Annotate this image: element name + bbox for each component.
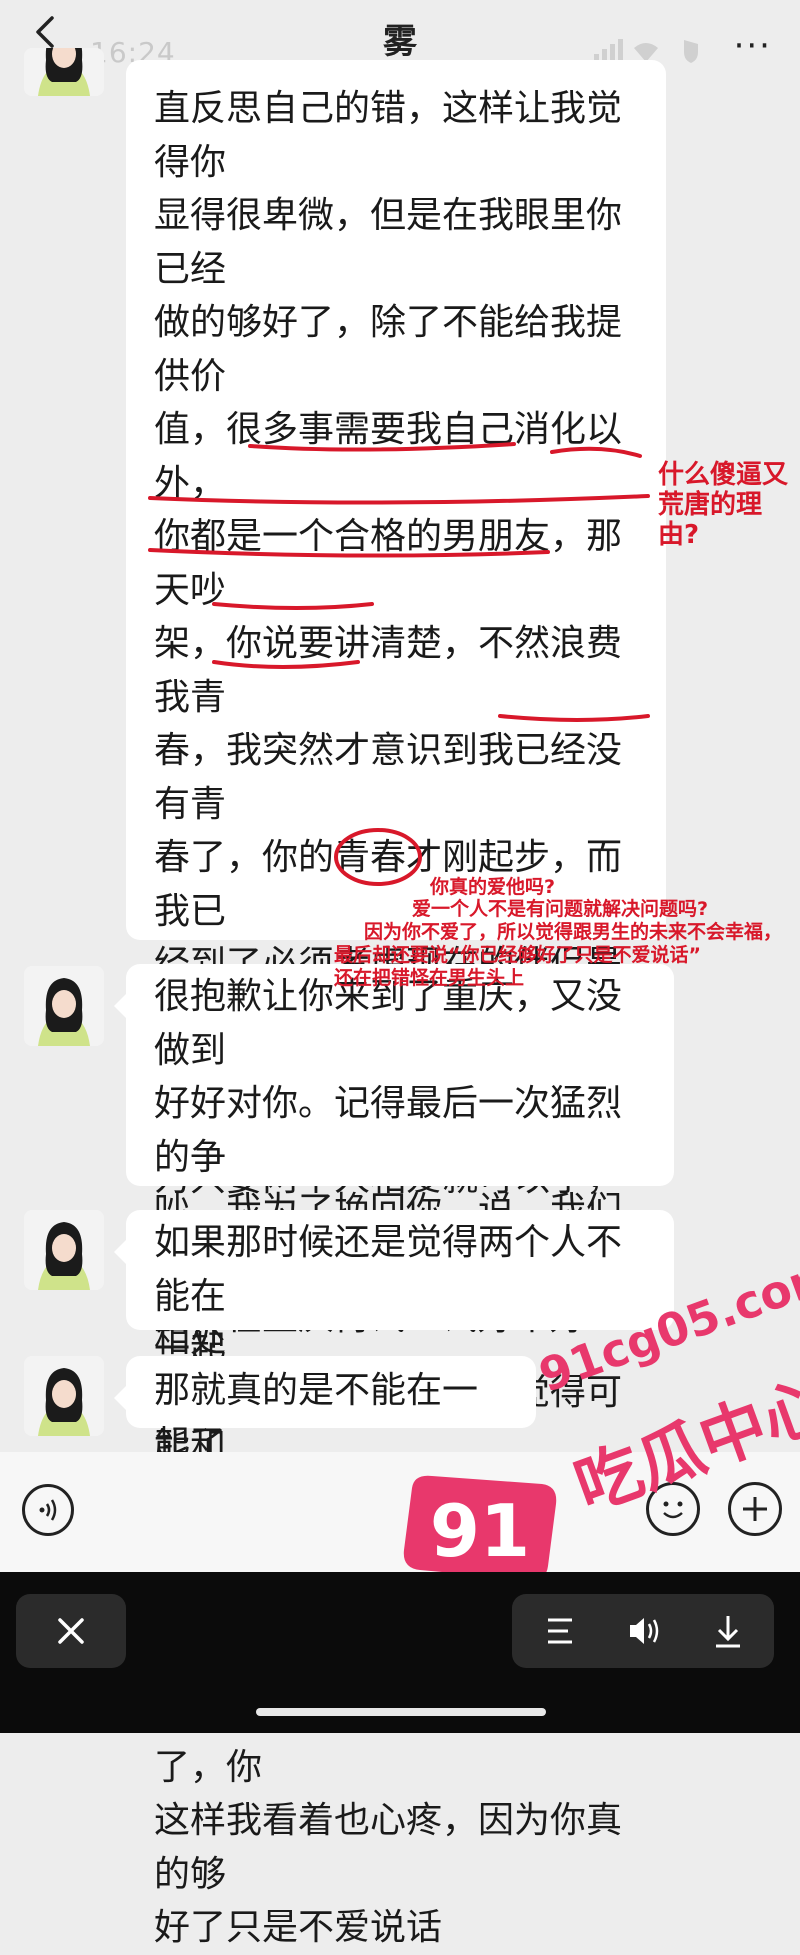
annotation-note: 爱一个人不是有问题就解决问题吗? xyxy=(412,898,709,920)
message-bubble[interactable]: 如果那时候还是觉得两个人不能在 一起 xyxy=(114,1210,674,1370)
annotation-note: 你真的爱他吗? xyxy=(430,876,556,898)
media-tools xyxy=(512,1594,774,1668)
speaker-icon[interactable] xyxy=(604,1594,684,1668)
home-indicator xyxy=(256,1708,546,1716)
annotation-note: 因为你不爱了，所以觉得跟男生的未来不会幸福， xyxy=(364,921,783,943)
download-icon[interactable] xyxy=(688,1594,768,1668)
voice-icon[interactable] xyxy=(22,1484,74,1536)
watermark-logo-text: 91 xyxy=(430,1489,530,1573)
annotation-note: 最后却还要说“你已经够好了只是不爱说话” xyxy=(334,944,701,966)
annotation-side-note: 什么傻逼又 荒唐的理由? xyxy=(658,460,789,550)
bottom-toolbar xyxy=(0,1572,800,1733)
avatar[interactable] xyxy=(24,966,104,1046)
annotation-note: 还在把错怪在男生头上 xyxy=(334,967,525,989)
close-icon[interactable] xyxy=(16,1594,126,1668)
menu-icon[interactable] xyxy=(520,1594,600,1668)
plus-icon[interactable] xyxy=(728,1482,782,1536)
avatar[interactable] xyxy=(24,48,104,96)
avatar[interactable] xyxy=(24,1356,104,1436)
message-bubble[interactable]: 很抱歉让你来到了重庆，又没做到 好好对你。记得最后一次猛烈的争 吵，我为了挽回你… xyxy=(114,964,674,1338)
message-bubble[interactable]: 那就真的是不能在一起了 xyxy=(114,1356,536,1465)
more-icon[interactable]: ··· xyxy=(734,26,772,66)
message-bubble[interactable]: 直反思自己的错，这样让我觉得你 显得很卑微，但是在我眼里你已经 做的够好了，除了… xyxy=(126,60,666,1948)
avatar[interactable] xyxy=(24,1210,104,1290)
